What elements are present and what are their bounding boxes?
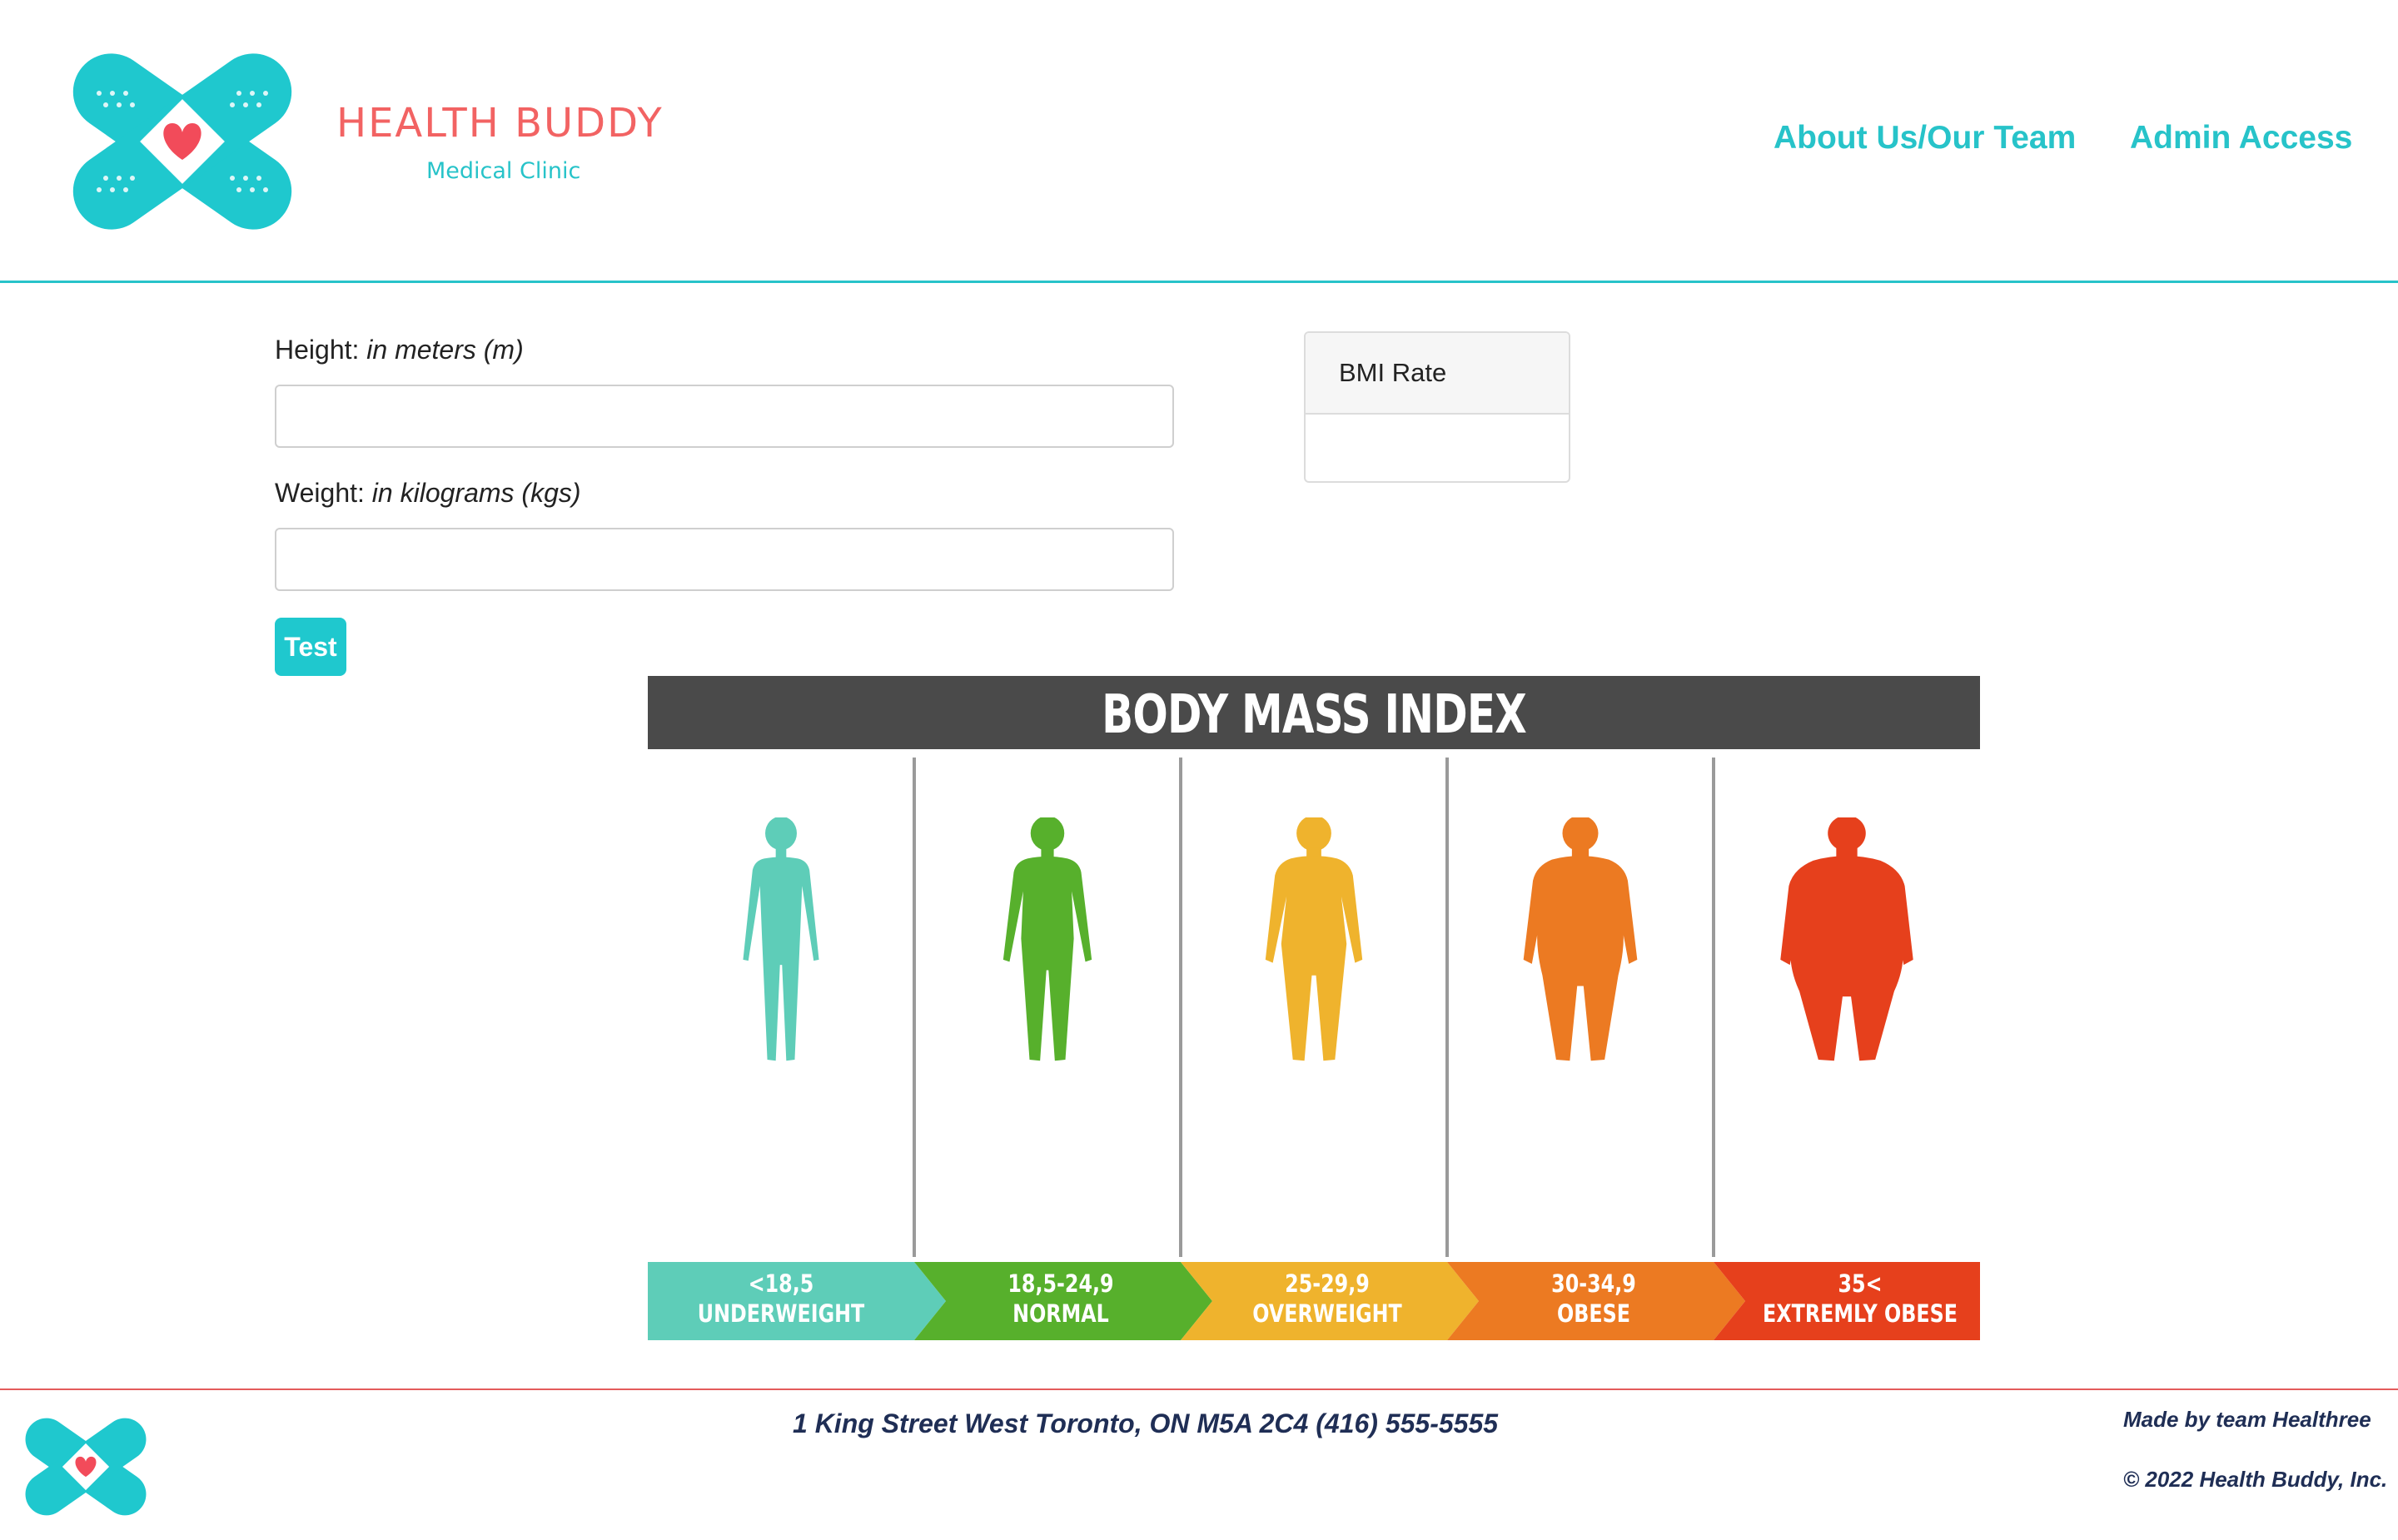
height-input[interactable] xyxy=(275,385,1174,448)
category-underweight: <18,5 UNDERWEIGHT xyxy=(672,1269,890,1329)
footer-made-by: Made by team Healthree xyxy=(2123,1407,2371,1432)
obese-figure xyxy=(1523,817,1638,1061)
height-unit-hint: in meters (m) xyxy=(366,335,524,365)
category-range: 35< xyxy=(1838,1269,1883,1298)
bmi-rate-title: BMI Rate xyxy=(1306,333,1569,415)
footer-copyright: © 2022 Health Buddy, Inc. xyxy=(2123,1467,2388,1492)
category-normal: 18,5-24,9 NORMAL xyxy=(952,1269,1170,1329)
brand-subtitle: Medical Clinic xyxy=(426,158,581,184)
category-name: NORMAL xyxy=(1012,1299,1109,1328)
bmi-rate-value xyxy=(1306,415,1569,481)
overweight-figure xyxy=(1265,817,1363,1061)
bandage-heart-icon xyxy=(25,1418,147,1516)
height-label: Height: in meters (m) xyxy=(275,335,524,365)
bmi-rate-card: BMI Rate xyxy=(1304,331,1570,483)
bmi-chart-title: BODY MASS INDEX xyxy=(1102,684,1527,746)
normal-figure xyxy=(1002,817,1092,1061)
test-button[interactable]: Test xyxy=(275,618,346,676)
category-name: UNDERWEIGHT xyxy=(697,1299,865,1328)
brand-title: HEALTH BUDDY xyxy=(336,100,664,147)
category-range: 18,5-24,9 xyxy=(1007,1269,1114,1298)
extremely-obese-figure xyxy=(1780,817,1913,1061)
nav-about-link[interactable]: About Us/Our Team xyxy=(1774,120,2076,156)
weight-unit-hint: in kilograms (kgs) xyxy=(371,478,581,508)
category-name: OBESE xyxy=(1557,1299,1630,1328)
bandage-heart-icon[interactable] xyxy=(63,53,301,230)
weight-label-text: Weight: xyxy=(275,478,365,508)
weight-input[interactable] xyxy=(275,528,1174,591)
height-label-text: Height: xyxy=(275,335,360,365)
category-range: 30-34,9 xyxy=(1551,1269,1636,1298)
category-name: EXTREMLY OBESE xyxy=(1763,1299,1958,1328)
category-obese: 30-34,9 OBESE xyxy=(1485,1269,1703,1329)
category-range: 25-29,9 xyxy=(1285,1269,1370,1298)
site-header: HEALTH BUDDY Medical Clinic About Us/Our… xyxy=(0,0,2398,283)
category-name: OVERWEIGHT xyxy=(1252,1299,1402,1328)
category-extremely-obese: 35< EXTREMLY OBESE xyxy=(1751,1269,1969,1329)
site-footer: 1 King Street West Toronto, ON M5A 2C4 (… xyxy=(0,1388,2398,1540)
footer-address: 1 King Street West Toronto, ON M5A 2C4 (… xyxy=(793,1408,1499,1438)
category-overweight: 25-29,9 OVERWEIGHT xyxy=(1218,1269,1436,1329)
nav-admin-link[interactable]: Admin Access xyxy=(2130,120,2352,156)
category-range: <18,5 xyxy=(748,1269,814,1298)
bmi-chart-image: BODY MASS INDEX <18,5 UNDERWEIGHT 18,5-2… xyxy=(648,676,1980,1342)
weight-label: Weight: in kilograms (kgs) xyxy=(275,478,581,509)
underweight-figure xyxy=(743,817,819,1061)
